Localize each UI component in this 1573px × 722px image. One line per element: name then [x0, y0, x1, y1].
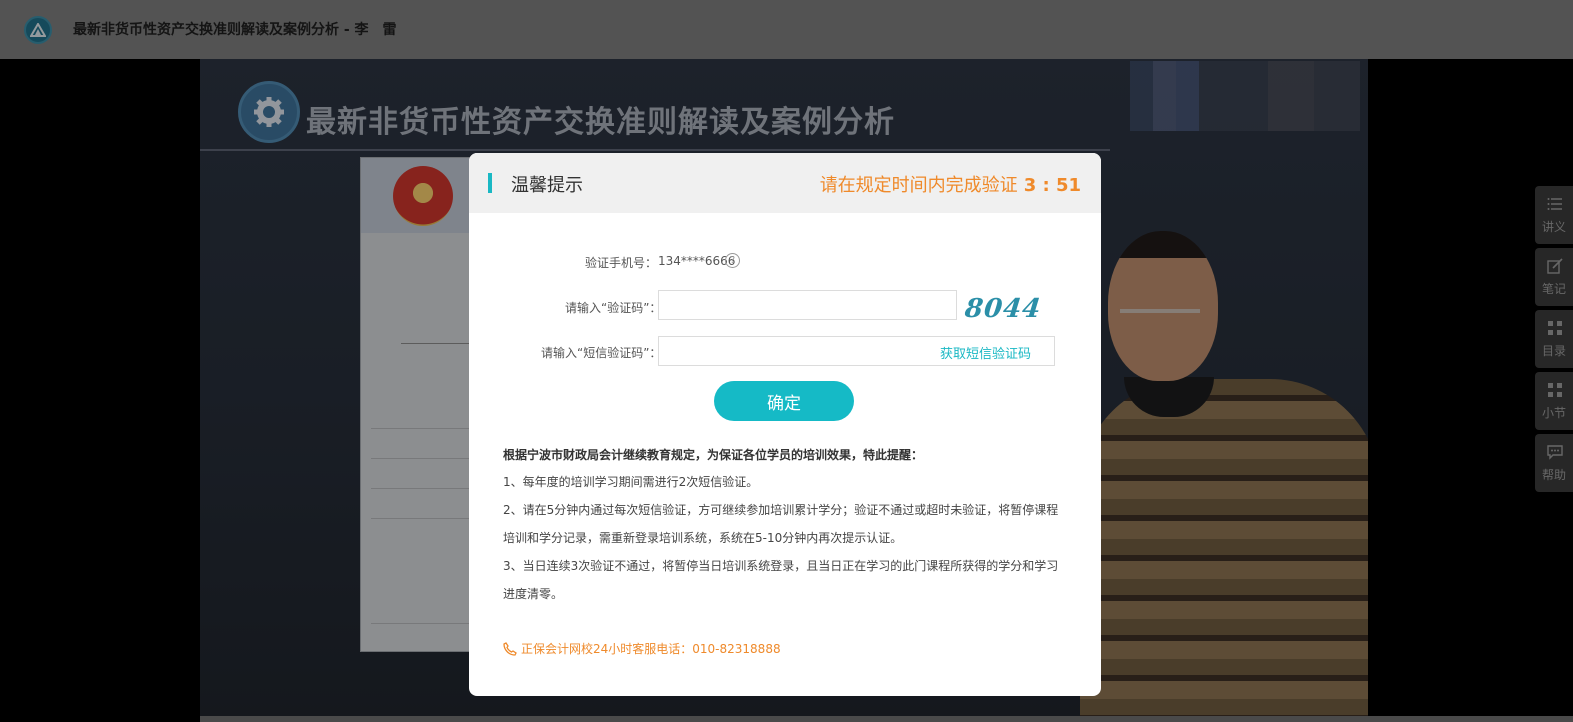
- captcha-image[interactable]: 8044: [963, 293, 1043, 325]
- phone-icon: [503, 642, 517, 656]
- phone-value: 134****6666: [658, 254, 736, 268]
- notice-title: 根据宁波市财政局会计继续教育规定，为保证各位学员的培训效果，特此提醒：: [503, 448, 924, 462]
- captcha-input[interactable]: [658, 290, 957, 320]
- dialog-header: 温馨提示 请在规定时间内完成验证 3 : 51: [469, 153, 1101, 213]
- video-progress-track[interactable]: [200, 716, 1573, 722]
- confirm-button[interactable]: 确定: [714, 381, 854, 421]
- countdown-timer: 请在规定时间内完成验证 3 : 51: [820, 171, 1081, 197]
- notice-line: 2、请在5分钟内通过每次短信验证，方可继续参加培训累计学分；验证不通过或超时未验…: [503, 503, 1059, 517]
- help-icon[interactable]: ?: [725, 253, 740, 268]
- verification-dialog: 温馨提示 请在规定时间内完成验证 3 : 51 验证手机号： 134****666…: [469, 153, 1101, 696]
- captcha-label: 请输入“验证码”：: [565, 301, 662, 315]
- get-sms-code-button[interactable]: 获取短信验证码: [940, 343, 1031, 362]
- sms-code-label: 请输入“短信验证码”：: [541, 346, 662, 360]
- dialog-title: 温馨提示: [511, 175, 583, 196]
- notice-line: 1、每年度的培训学习期间需进行2次短信验证。: [503, 475, 759, 489]
- countdown-prefix: 请在规定时间内完成验证: [819, 175, 1018, 196]
- header-accent-bar: [488, 173, 492, 193]
- phone-label: 验证手机号：: [585, 256, 658, 270]
- notice-line: 3、当日连续3次验证不通过，将暂停当日培训系统登录，且当日正在学习的此门课程所获…: [503, 559, 1059, 573]
- notice-line: 进度清零。: [503, 587, 564, 601]
- notice-line: 培训和学分记录，需重新登录培训系统，系统在5-10分钟内再次提示认证。: [503, 531, 903, 545]
- hotline-text: 正保会计网校24小时客服电话：010-82318888: [521, 642, 781, 656]
- countdown-value: 3 : 51: [1023, 175, 1081, 196]
- support-hotline: 正保会计网校24小时客服电话：010-82318888: [503, 640, 781, 657]
